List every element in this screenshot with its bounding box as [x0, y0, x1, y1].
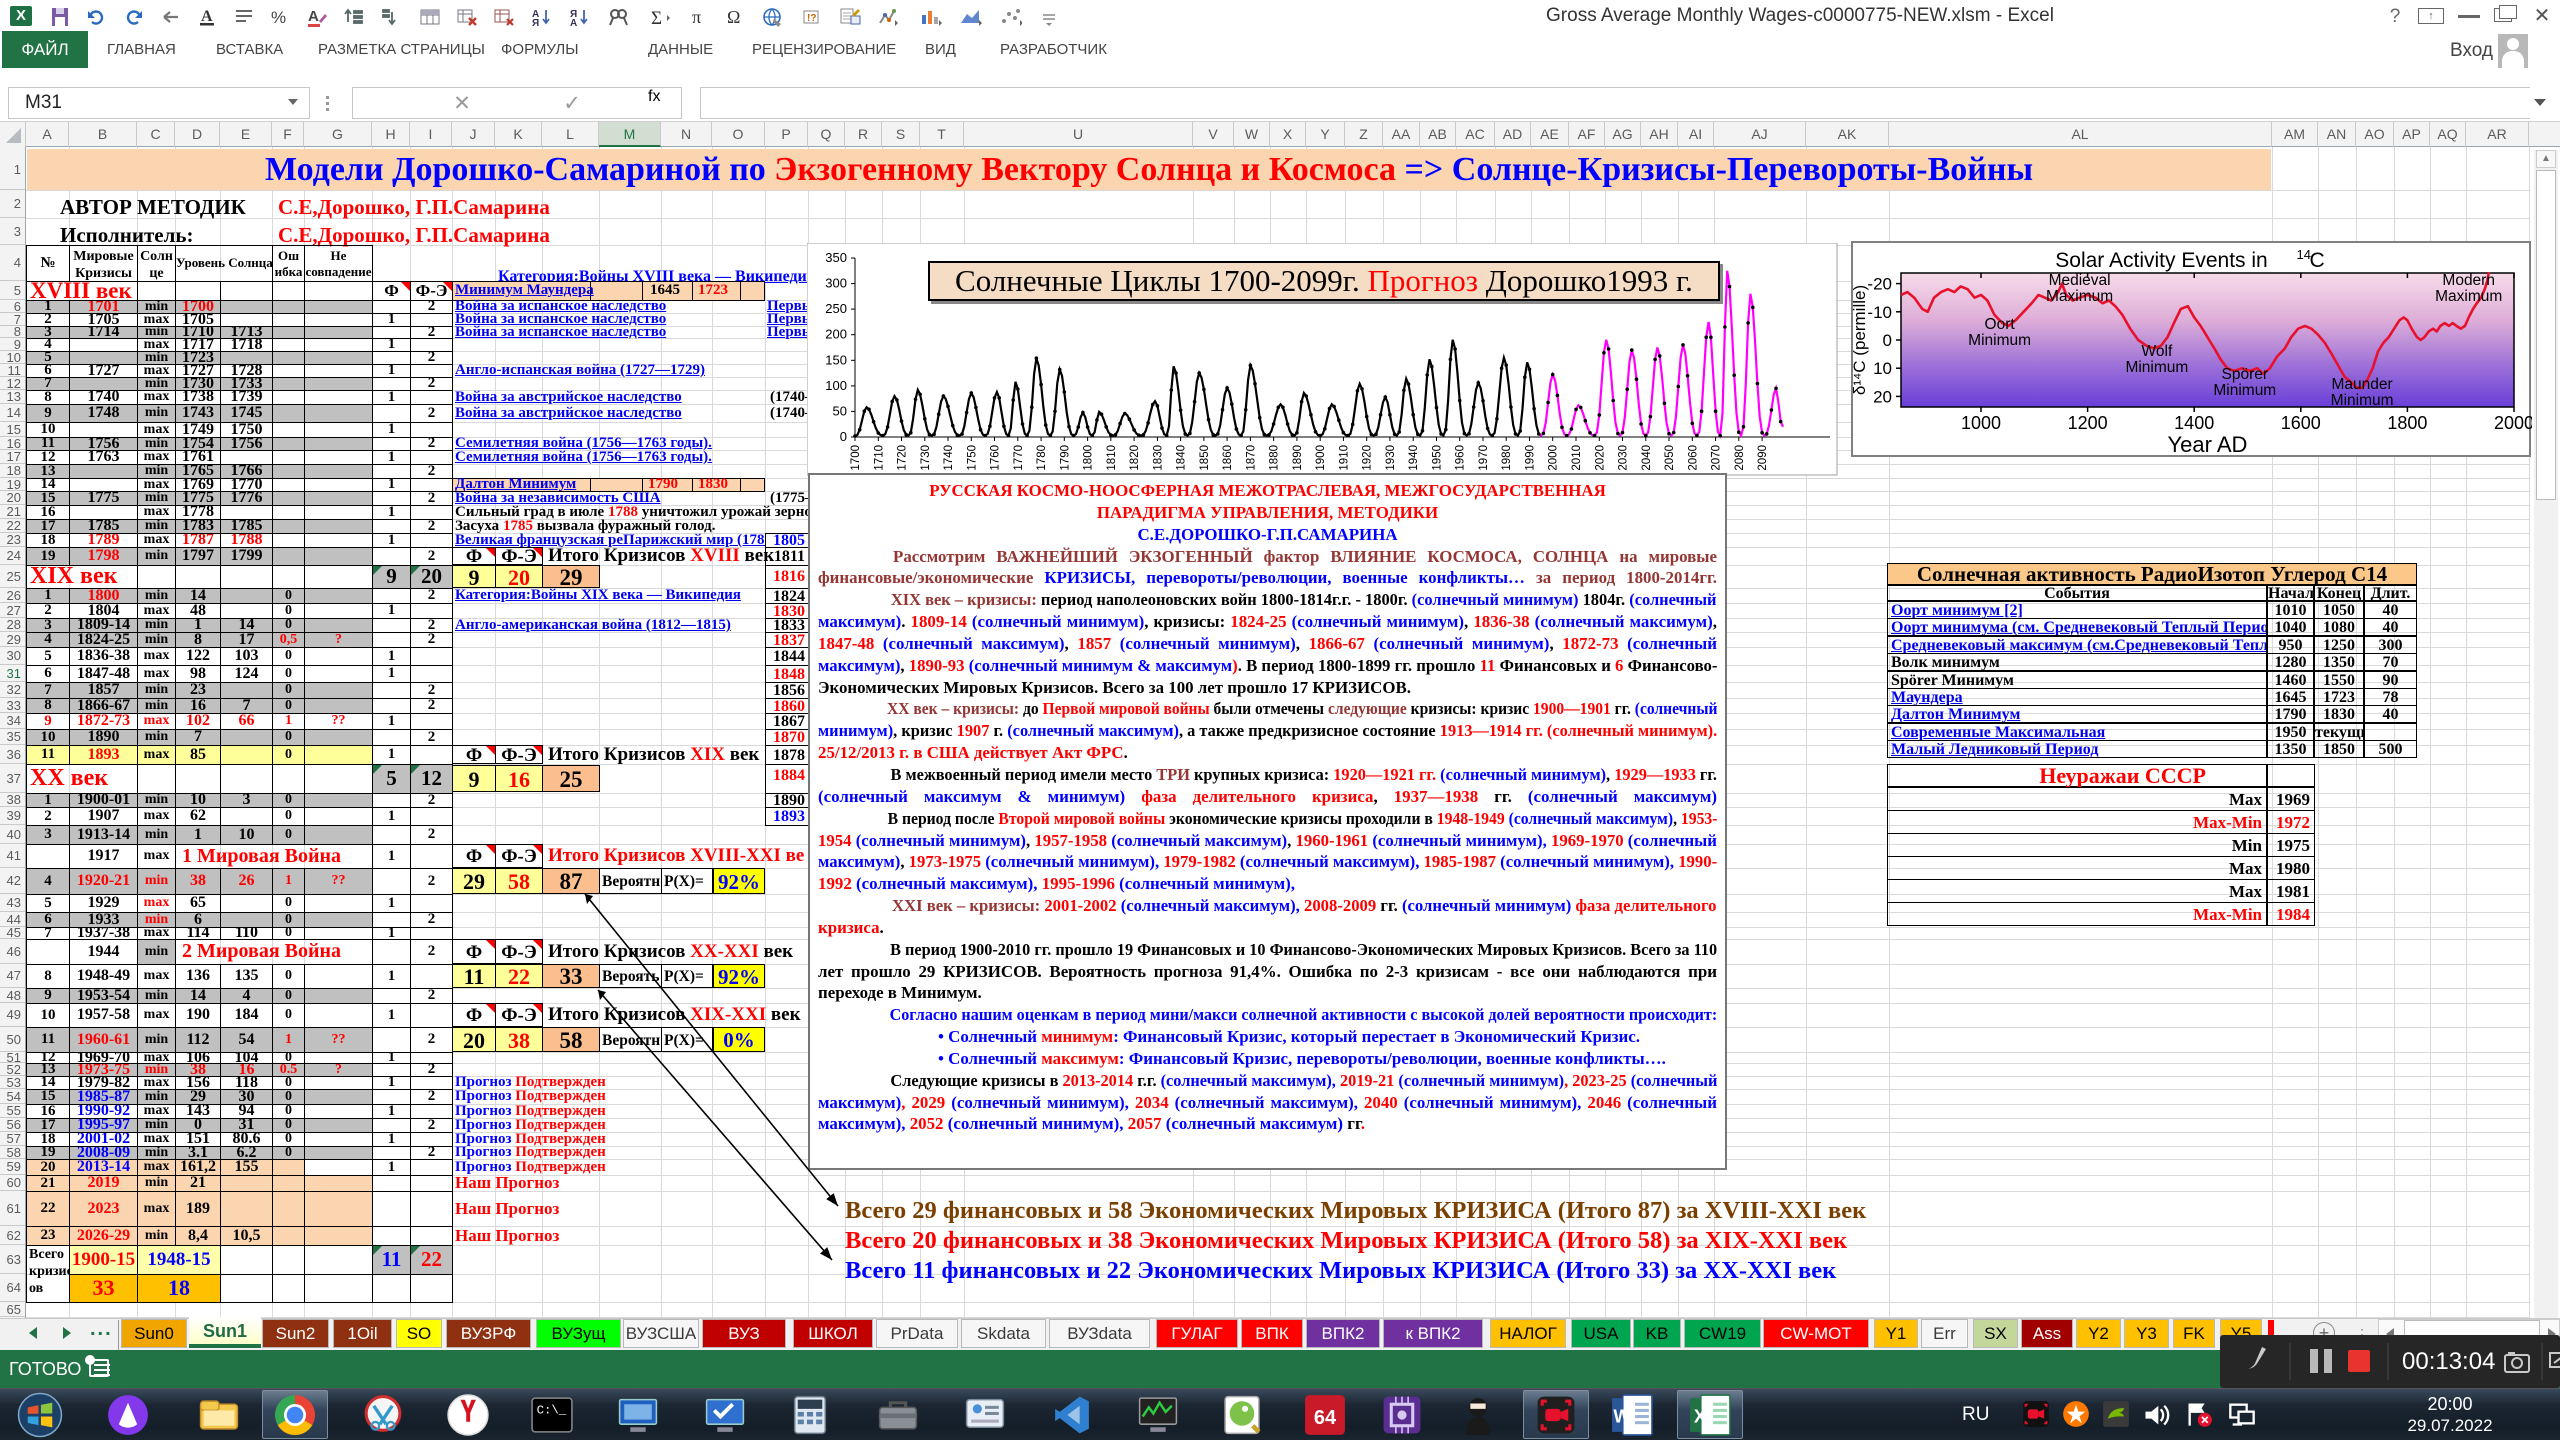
svg-text:00:13:04: 00:13:04	[2402, 1348, 2495, 1375]
svg-text:C:\_: C:\_	[537, 1403, 567, 1417]
svg-text:X: X	[1694, 1406, 1707, 1427]
svg-text:W: W	[1613, 1406, 1631, 1427]
svg-text:64: 64	[1314, 1407, 1336, 1429]
